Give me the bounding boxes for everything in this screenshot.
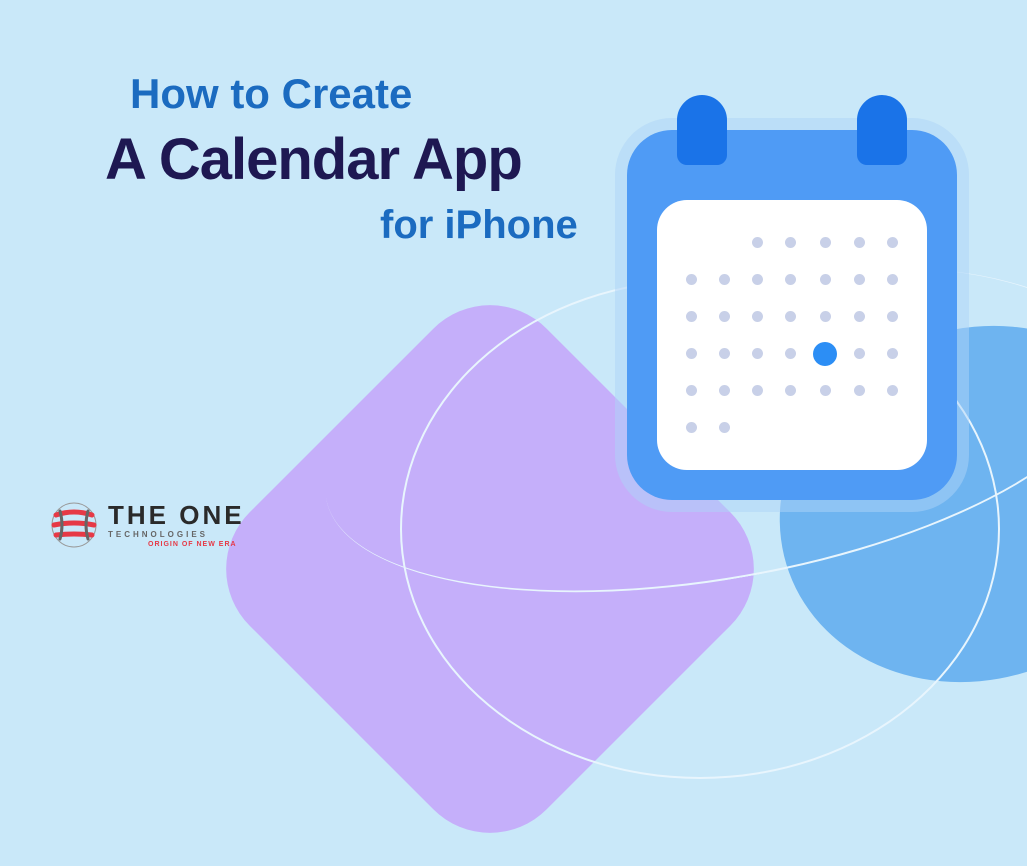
calendar-dot	[752, 348, 763, 359]
calendar-dot	[854, 237, 865, 248]
calendar-dot	[785, 385, 796, 396]
calendar-dot	[752, 237, 763, 248]
calendar-dot	[820, 311, 831, 322]
logo-company-sub: TECHNOLOGIES	[108, 530, 245, 539]
calendar-illustration	[627, 130, 957, 500]
heading-line1: How to Create	[130, 70, 578, 118]
calendar-dot	[854, 348, 865, 359]
calendar-body	[627, 130, 957, 500]
calendar-dot	[686, 311, 697, 322]
calendar-dot	[686, 422, 697, 433]
calendar-dot	[752, 311, 763, 322]
calendar-dot	[686, 274, 697, 285]
calendar-dot	[785, 311, 796, 322]
calendar-dot	[887, 348, 898, 359]
logo-company-name: THE ONE	[108, 502, 245, 528]
calendar-dot	[820, 237, 831, 248]
calendar-dot	[887, 385, 898, 396]
calendar-dot	[820, 274, 831, 285]
calendar-dot	[719, 422, 730, 433]
calendar-ring-icon	[857, 95, 907, 165]
calendar-dot	[686, 348, 697, 359]
calendar-ring-icon	[677, 95, 727, 165]
logo-tagline: ORIGIN OF NEW ERA	[148, 541, 245, 548]
calendar-dot	[719, 385, 730, 396]
calendar-dot	[854, 274, 865, 285]
main-heading: How to Create A Calendar App for iPhone	[130, 70, 578, 248]
calendar-dot-highlighted	[813, 342, 837, 366]
calendar-dot	[854, 385, 865, 396]
logo-text-group: THE ONE TECHNOLOGIES ORIGIN OF NEW ERA	[108, 502, 245, 548]
calendar-dot	[887, 311, 898, 322]
calendar-dot	[887, 274, 898, 285]
calendar-dot	[820, 385, 831, 396]
calendar-dot	[719, 274, 730, 285]
calendar-page	[657, 200, 927, 470]
calendar-dot	[887, 237, 898, 248]
calendar-dot	[752, 385, 763, 396]
calendar-dot	[785, 274, 796, 285]
logo-globe-icon	[50, 501, 98, 549]
calendar-dot	[854, 311, 865, 322]
calendar-dot	[719, 311, 730, 322]
calendar-dot	[785, 237, 796, 248]
calendar-dot	[785, 348, 796, 359]
calendar-dot	[719, 348, 730, 359]
calendar-dot	[686, 385, 697, 396]
heading-line2: A Calendar App	[105, 126, 578, 193]
calendar-dot	[752, 274, 763, 285]
heading-line3: for iPhone	[380, 203, 578, 248]
company-logo: THE ONE TECHNOLOGIES ORIGIN OF NEW ERA	[50, 501, 245, 549]
